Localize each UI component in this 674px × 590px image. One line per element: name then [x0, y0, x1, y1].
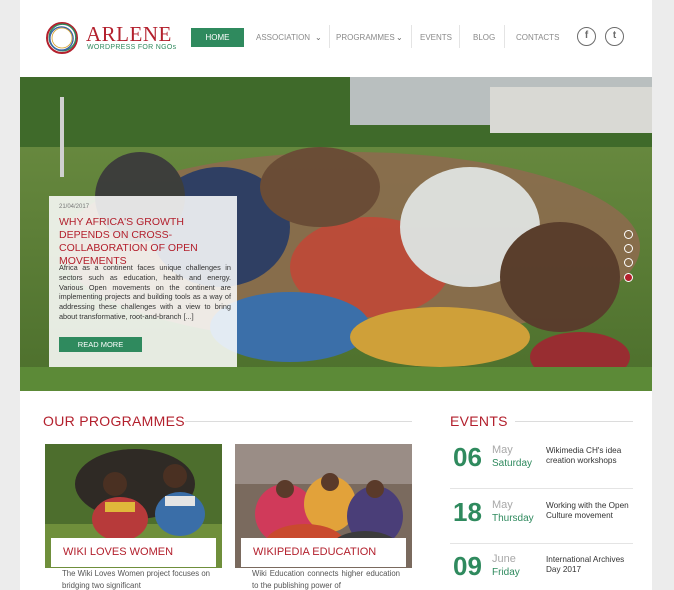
event-title[interactable]: International Archives Day 2017	[546, 555, 636, 576]
post-title[interactable]: WHY AFRICA'S GROWTH DEPENDS ON CROSS-COL…	[59, 216, 237, 268]
nav-divider	[459, 25, 460, 48]
slider-dot-3[interactable]	[624, 258, 633, 267]
nav-contacts[interactable]: CONTACTS	[516, 28, 559, 47]
chevron-down-icon: ⌄	[396, 33, 403, 42]
facebook-icon-glyph: f	[584, 30, 589, 41]
nav-home[interactable]: HOME	[191, 28, 244, 47]
programme-description: The Wiki Loves Women project focuses on …	[62, 569, 210, 590]
nav-divider	[411, 25, 412, 48]
events-divider	[515, 421, 633, 422]
event-month: May	[492, 499, 513, 511]
event-item[interactable]: 18 May Thursday Working with the Open Cu…	[450, 497, 632, 541]
facebook-icon[interactable]: f	[577, 27, 596, 46]
event-weekday: Saturday	[492, 458, 533, 469]
event-weekday: Thursday	[492, 513, 534, 524]
nav-programmes-label: PROGRAMMES	[336, 33, 395, 42]
programmes-heading: OUR PROGRAMMES	[43, 413, 185, 429]
programme-title[interactable]: WIKI LOVES WOMEN	[51, 538, 216, 567]
read-more-button[interactable]: READ MORE	[59, 337, 142, 352]
programme-title[interactable]: WIKIPEDIA EDUCATION	[241, 538, 406, 567]
hero-slider[interactable]: 21/04/2017 WHY AFRICA'S GROWTH DEPENDS O…	[20, 77, 652, 391]
programme-card[interactable]: WIKI LOVES WOMEN The Wiki Loves Women pr…	[45, 444, 222, 590]
slider-dot-4[interactable]	[624, 273, 633, 282]
nav-programmes[interactable]: PROGRAMMES ⌄	[336, 28, 408, 47]
event-day: 18	[453, 497, 482, 527]
event-item[interactable]: 06 May Saturday Wikimedia CH's idea crea…	[450, 442, 632, 486]
page: ARLENE WORDPRESS FOR NGOs HOME ASSOCIATI…	[20, 0, 652, 590]
programme-description: Wiki Education connects higher education…	[252, 569, 400, 590]
post-excerpt: Africa as a continent faces unique chall…	[59, 263, 231, 321]
event-title[interactable]: Working with the Open Culture movement	[546, 501, 636, 522]
programme-card[interactable]: WIKIPEDIA EDUCATION Wiki Education conne…	[235, 444, 412, 590]
events-heading: EVENTS	[450, 413, 508, 429]
event-item[interactable]: 09 June Friday International Archives Da…	[450, 551, 632, 590]
twitter-icon-glyph: t	[612, 30, 617, 41]
event-divider	[450, 543, 633, 544]
event-title[interactable]: Wikimedia CH's idea creation workshops	[546, 446, 636, 467]
slider-dot-2[interactable]	[624, 244, 633, 253]
event-divider	[450, 488, 633, 489]
brand-name[interactable]: ARLENE	[86, 23, 172, 45]
nav-blog[interactable]: BLOG	[473, 28, 495, 47]
twitter-icon[interactable]: t	[605, 27, 624, 46]
slider-dot-1[interactable]	[624, 230, 633, 239]
logo-icon[interactable]	[45, 21, 79, 55]
nav-divider	[329, 25, 330, 48]
event-month: June	[492, 553, 516, 565]
brand-tagline: WORDPRESS FOR NGOs	[87, 44, 177, 51]
chevron-down-icon: ⌄	[315, 33, 322, 42]
event-month: May	[492, 444, 513, 456]
event-day: 06	[453, 442, 482, 472]
programmes-divider	[185, 421, 412, 422]
hero-post-card: 21/04/2017 WHY AFRICA'S GROWTH DEPENDS O…	[49, 196, 237, 367]
post-date: 21/04/2017	[59, 204, 90, 210]
nav-divider	[504, 25, 505, 48]
event-day: 09	[453, 551, 482, 581]
event-weekday: Friday	[492, 567, 520, 578]
nav-association[interactable]: ASSOCIATION ⌄	[256, 28, 326, 47]
nav-association-label: ASSOCIATION	[256, 33, 311, 42]
nav-events[interactable]: EVENTS	[420, 28, 452, 47]
